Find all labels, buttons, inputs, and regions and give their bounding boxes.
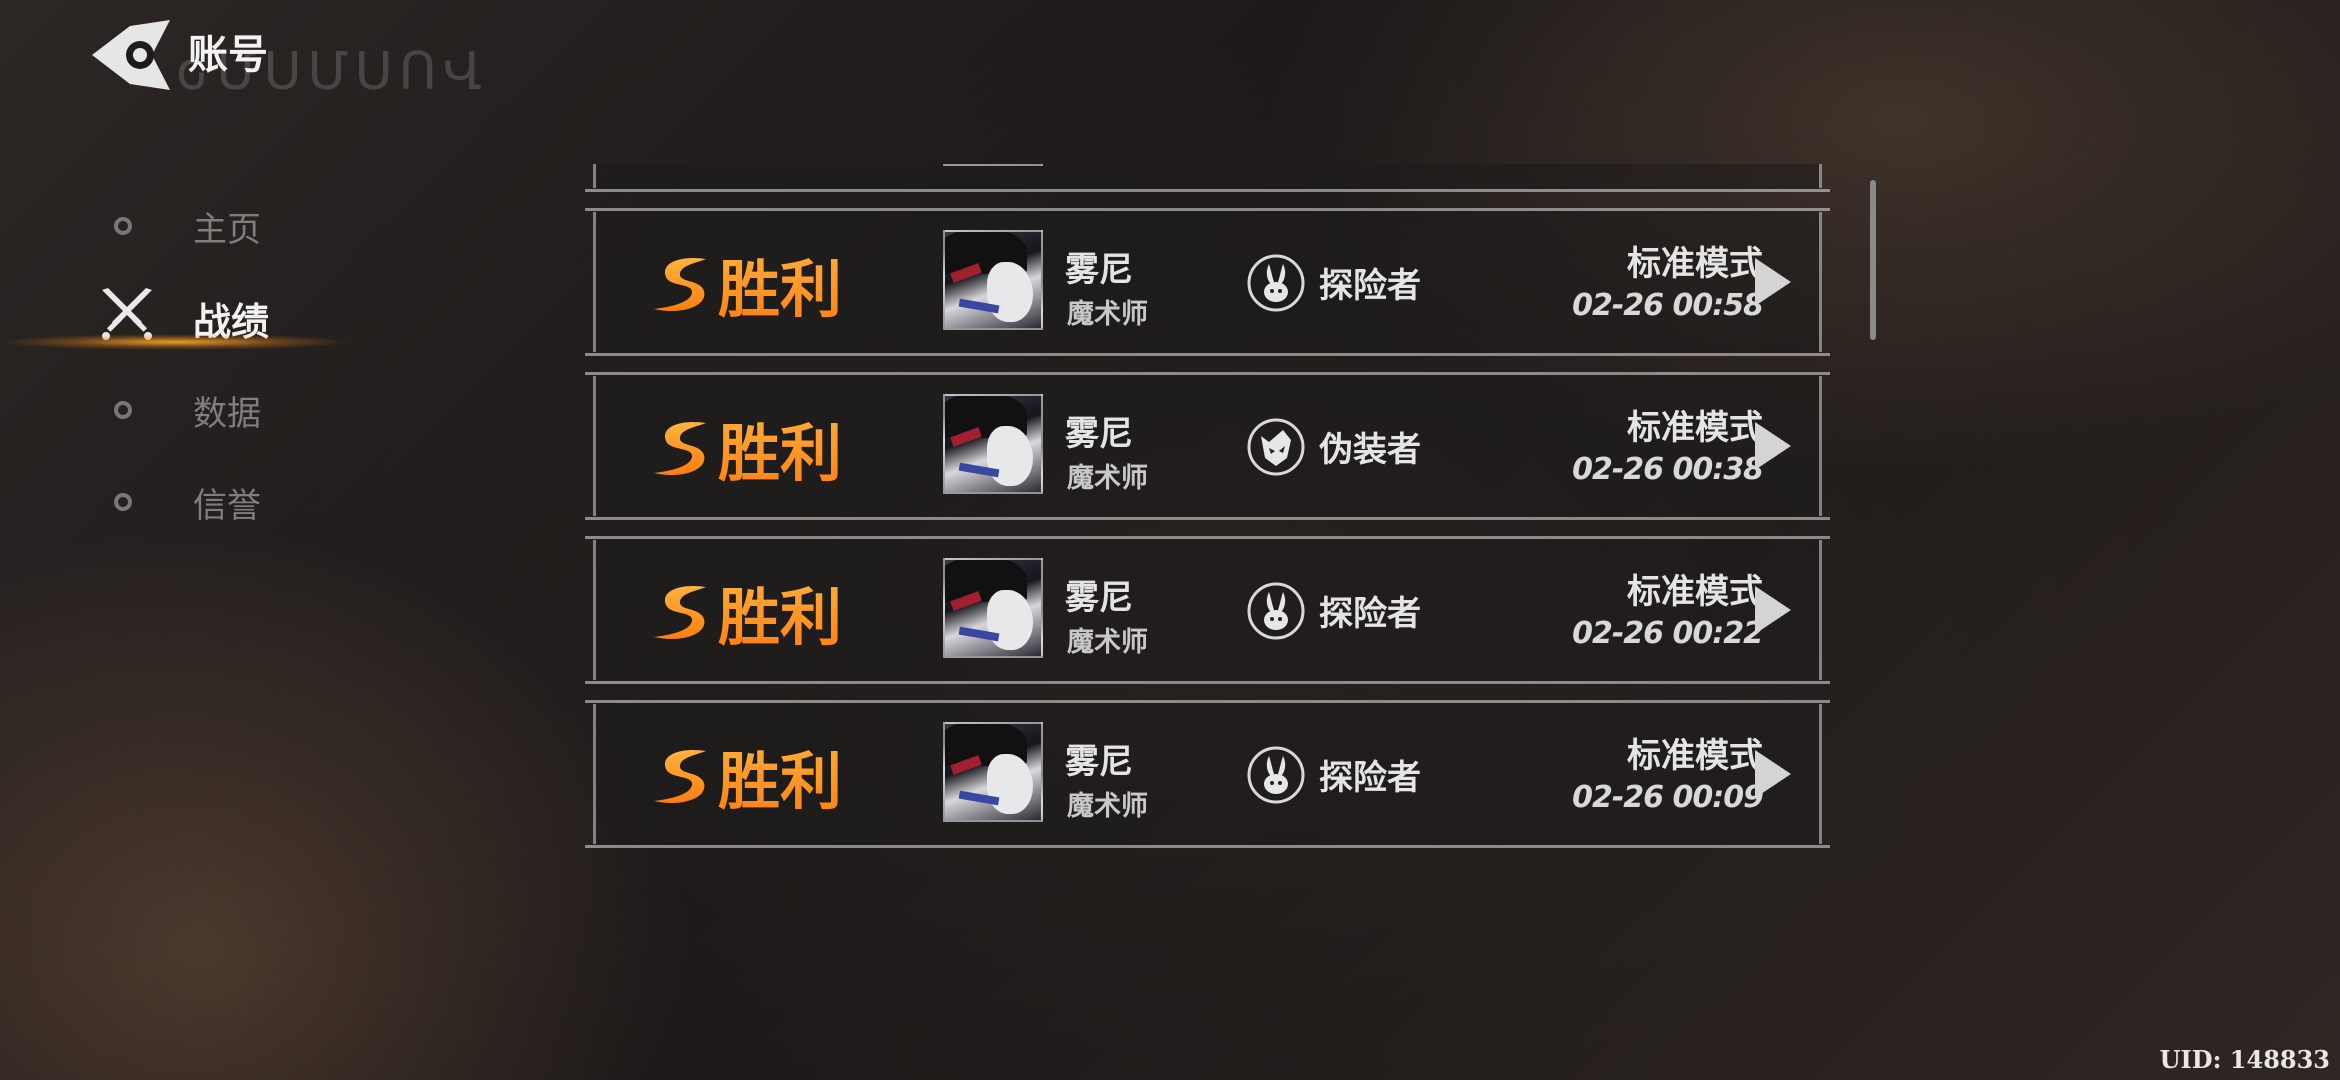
circle-icon xyxy=(114,493,132,511)
divider xyxy=(585,353,1830,356)
divider xyxy=(585,700,1830,703)
divider xyxy=(585,208,1830,211)
sidebar-item-label: 主页 xyxy=(193,209,261,250)
sidebar-item-reputation[interactable]: 信誉 xyxy=(0,456,380,548)
hero-name: 雾尼 xyxy=(1065,414,1133,454)
result-text: 胜利 xyxy=(718,239,842,329)
result-group: 胜利 xyxy=(650,244,842,326)
match-time: 02-26 00:38 xyxy=(1572,452,1764,487)
hero-avatar xyxy=(943,722,1043,822)
result-group: 胜利 xyxy=(650,408,842,490)
hero-name: 雾尼 xyxy=(1065,250,1133,290)
sidebar-item-records[interactable]: 战绩 xyxy=(0,272,380,364)
play-arrow-icon[interactable] xyxy=(1739,746,1799,802)
hero-avatar xyxy=(943,558,1043,658)
rabbit-icon xyxy=(1247,746,1305,804)
rabbit-icon xyxy=(1247,254,1305,312)
circle-icon xyxy=(114,401,132,419)
hero-class: 魔术师 xyxy=(1067,164,1148,167)
match-time: 02-26 00:09 xyxy=(1572,780,1764,815)
match-time: 02-26 00:58 xyxy=(1572,288,1764,323)
game-mode: 标准模式 xyxy=(1627,572,1763,612)
victory-s-icon xyxy=(654,257,706,311)
result-group: 胜利 xyxy=(650,736,842,818)
sidebar-item-label: 信誉 xyxy=(193,485,261,526)
crossed-swords-icon xyxy=(102,288,152,340)
result-text: 胜利 xyxy=(718,164,842,165)
match-record-row[interactable]: 胜利 雾尼 魔术师 伪装者 标准模式 02-26 01:11 xyxy=(585,164,1830,192)
hero-avatar xyxy=(943,230,1043,330)
wolf-icon xyxy=(1247,418,1305,476)
divider xyxy=(585,681,1830,684)
sidebar: 主页 战绩 数据 信誉 xyxy=(0,180,380,548)
result-text: 胜利 xyxy=(718,731,842,821)
divider xyxy=(585,517,1830,520)
hero-name: 雾尼 xyxy=(1065,742,1133,782)
sidebar-item-label: 战绩 xyxy=(193,299,270,344)
role-text: 探险者 xyxy=(1319,266,1421,306)
match-record-row[interactable]: 胜利 雾尼 魔术师 伪装者 标准模式 02-26 00:38 xyxy=(585,372,1830,520)
page-title: 账号 xyxy=(188,32,268,78)
divider xyxy=(585,845,1830,848)
sidebar-item-data[interactable]: 数据 xyxy=(0,364,380,456)
circle-icon xyxy=(114,217,132,235)
scrollbar[interactable] xyxy=(1870,180,1876,340)
uid-label: UID: 148833 xyxy=(2159,1045,2330,1074)
divider xyxy=(585,372,1830,375)
hero-class: 魔术师 xyxy=(1067,791,1148,822)
role-text: 探险者 xyxy=(1319,594,1421,634)
hero-class: 魔术师 xyxy=(1067,463,1148,494)
divider xyxy=(585,189,1830,192)
play-arrow-icon[interactable] xyxy=(1739,582,1799,638)
victory-s-icon xyxy=(654,585,706,639)
victory-s-icon xyxy=(654,421,706,475)
match-time: 02-26 00:22 xyxy=(1572,616,1764,651)
role-text: 探险者 xyxy=(1319,758,1421,798)
result-text: 胜利 xyxy=(718,403,842,493)
match-record-row[interactable]: 胜利 雾尼 魔术师 探险者 标准模式 02-26 00:09 xyxy=(585,700,1830,848)
game-mode: 标准模式 xyxy=(1627,244,1763,284)
divider xyxy=(585,536,1830,539)
game-mode: 标准模式 xyxy=(1627,736,1763,776)
row-frame xyxy=(593,164,1822,188)
result-group: 胜利 xyxy=(650,572,842,654)
sidebar-item-home[interactable]: 主页 xyxy=(0,180,380,272)
result-text: 胜利 xyxy=(718,567,842,657)
hero-avatar xyxy=(943,394,1043,494)
hero-class: 魔术师 xyxy=(1067,627,1148,658)
back-button[interactable]: ԍՄՍՄՍՈՎ 账号 xyxy=(90,18,482,102)
hero-class: 魔术师 xyxy=(1067,299,1148,330)
sidebar-item-label: 数据 xyxy=(193,393,261,434)
victory-s-icon xyxy=(654,749,706,803)
play-arrow-icon[interactable] xyxy=(1739,254,1799,310)
hero-name: 雾尼 xyxy=(1065,578,1133,618)
back-arrow-icon xyxy=(92,20,170,90)
match-record-list-inner: 胜利 雾尼 魔术师 伪装者 标准模式 02-26 01:11 xyxy=(585,164,1835,864)
rabbit-icon xyxy=(1247,582,1305,640)
match-record-row[interactable]: 胜利 雾尼 魔术师 探险者 标准模式 02-26 00:22 xyxy=(585,536,1830,684)
play-arrow-icon[interactable] xyxy=(1739,418,1799,474)
role-text: 伪装者 xyxy=(1319,430,1421,470)
match-record-row[interactable]: 胜利 雾尼 魔术师 探险者 标准模式 02-26 00:58 xyxy=(585,208,1830,356)
match-record-list[interactable]: 胜利 雾尼 魔术师 伪装者 标准模式 02-26 01:11 xyxy=(585,164,1835,904)
game-mode: 标准模式 xyxy=(1627,408,1763,448)
hero-avatar xyxy=(943,164,1043,166)
